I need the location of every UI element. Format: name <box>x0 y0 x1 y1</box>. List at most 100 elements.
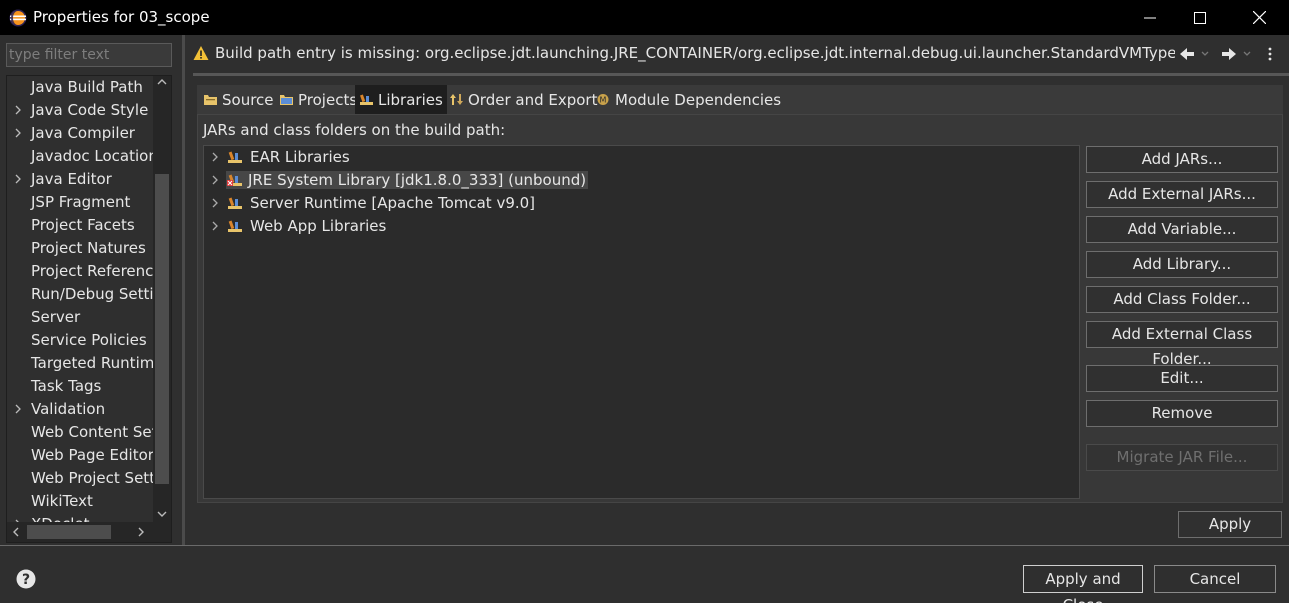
property-page-item[interactable]: Javadoc Location <box>7 145 153 168</box>
library-row[interactable]: Server Runtime [Apache Tomcat v9.0] <box>204 192 1079 215</box>
library-row-selected[interactable]: JRE System Library [jdk1.8.0_333] (unbou… <box>204 169 1079 192</box>
scroll-down-icon[interactable] <box>157 510 167 518</box>
property-page-item[interactable]: Web Page Editor <box>7 444 153 467</box>
svg-text:?: ? <box>22 572 30 588</box>
arrow-left-icon <box>1180 48 1194 60</box>
property-page-item[interactable]: Project Facets <box>7 214 153 237</box>
back-button[interactable] <box>1179 43 1209 65</box>
property-page-item[interactable]: Run/Debug Settir <box>7 283 153 306</box>
property-page-item[interactable]: Java Compiler <box>7 122 153 145</box>
property-page-label: Project Natures <box>31 239 146 257</box>
property-page-label: Validation <box>31 400 106 418</box>
property-page-item[interactable]: JSP Fragment <box>7 191 153 214</box>
libraries-tree[interactable]: EAR Libraries JRE System Library [jdk1.8… <box>203 145 1080 499</box>
library-label: Server Runtime [Apache Tomcat v9.0] <box>250 194 536 212</box>
property-page-label: Web Page Editor <box>31 446 153 464</box>
chevron-down-icon[interactable] <box>1243 51 1251 57</box>
vertical-scrollbar[interactable] <box>153 76 171 522</box>
tab-projects[interactable]: Projects <box>275 85 361 114</box>
libraries-icon <box>360 94 373 105</box>
property-page-item[interactable]: Validation <box>7 398 153 421</box>
view-menu-button[interactable] <box>1268 43 1272 65</box>
library-label: EAR Libraries <box>250 148 350 166</box>
property-page-item[interactable]: XDoclet <box>7 513 153 522</box>
tab-module-dependencies[interactable]: M Module Dependencies <box>592 85 785 114</box>
tab-libraries-label: Libraries <box>378 90 443 109</box>
property-page-item[interactable]: Java Code Style <box>7 99 153 122</box>
tab-order-and-export[interactable]: Order and Export <box>445 85 602 114</box>
maximize-button[interactable] <box>1175 0 1225 35</box>
tab-source-label: Source <box>222 90 274 109</box>
horizontal-scrollbar[interactable] <box>7 522 171 542</box>
property-page-item[interactable]: Web Project Settii <box>7 467 153 490</box>
scroll-left-icon[interactable] <box>12 527 20 537</box>
apply-button[interactable]: Apply <box>1178 511 1282 538</box>
library-error-icon <box>227 174 242 186</box>
migrate-jar-button[interactable]: Migrate JAR File... <box>1086 444 1278 471</box>
apply-and-close-button[interactable]: Apply and Close <box>1023 565 1143 603</box>
tab-source[interactable]: Source <box>199 85 278 114</box>
chevron-right-icon[interactable] <box>211 174 219 186</box>
dialog-button-bar: ? Apply and Close Cancel <box>0 546 1289 603</box>
property-page-item[interactable]: Project Reference <box>7 260 153 283</box>
chevron-right-icon[interactable] <box>211 197 219 209</box>
property-page-item[interactable]: Project Natures <box>7 237 153 260</box>
add-external-class-folder-button[interactable]: Add External Class Folder... <box>1086 321 1278 368</box>
library-icon <box>228 220 242 232</box>
property-page-label: Run/Debug Settir <box>31 285 153 303</box>
forward-button[interactable] <box>1221 43 1251 65</box>
property-page-item[interactable]: WikiText <box>7 490 153 513</box>
horizontal-scroll-thumb[interactable] <box>27 525 111 539</box>
chevron-right-icon[interactable] <box>211 151 219 163</box>
scroll-right-icon[interactable] <box>137 527 145 537</box>
library-row[interactable]: Web App Libraries <box>204 215 1079 238</box>
arrow-right-icon <box>1222 48 1236 60</box>
property-page-label: Service Policies <box>31 331 147 349</box>
add-external-jars-button[interactable]: Add External JARs... <box>1086 181 1278 208</box>
property-page-label: Web Content Sett <box>31 423 153 441</box>
chevron-down-icon[interactable] <box>1201 51 1209 57</box>
add-variable-button[interactable]: Add Variable... <box>1086 216 1278 243</box>
property-page-label: Web Project Settii <box>31 469 153 487</box>
libraries-tab-content: JARs and class folders on the build path… <box>197 114 1283 503</box>
vertical-scroll-thumb[interactable] <box>155 174 169 484</box>
chevron-right-icon[interactable] <box>13 402 23 416</box>
window-title: Properties for 03_scope <box>33 8 210 26</box>
property-page-item[interactable]: Java Editor <box>7 168 153 191</box>
tab-libraries[interactable]: Libraries <box>355 85 447 114</box>
property-page-item[interactable]: Web Content Sett <box>7 421 153 444</box>
close-button[interactable] <box>1234 0 1284 35</box>
edit-button[interactable]: Edit... <box>1086 365 1278 392</box>
help-icon[interactable]: ? <box>16 569 36 589</box>
message-separator <box>193 73 1289 76</box>
property-page-label: WikiText <box>31 492 93 510</box>
property-page-label: Java Compiler <box>31 124 135 142</box>
build-path-tabs: Source Projects Libraries Order and Expo… <box>197 85 1283 114</box>
maximize-icon <box>1194 11 1206 24</box>
property-pages-list: Java Build Path Java Code Style Java Compi… <box>7 76 153 522</box>
tab-module-dependencies-label: Module Dependencies <box>615 90 782 109</box>
minimize-icon <box>1144 17 1156 18</box>
property-page-item[interactable]: Targeted Runtime <box>7 352 153 375</box>
scroll-up-icon[interactable] <box>157 78 167 86</box>
chevron-right-icon[interactable] <box>13 172 23 186</box>
property-page-label: Project Reference <box>31 262 153 280</box>
module-icon: M <box>597 94 609 105</box>
library-row[interactable]: EAR Libraries <box>204 146 1079 169</box>
property-page-item[interactable]: Server <box>7 306 153 329</box>
chevron-right-icon[interactable] <box>13 103 23 117</box>
property-page-item[interactable]: Java Build Path <box>7 76 153 99</box>
remove-button[interactable]: Remove <box>1086 400 1278 427</box>
chevron-right-icon[interactable] <box>13 126 23 140</box>
minimize-button[interactable] <box>1125 0 1175 35</box>
property-page-item[interactable]: Task Tags <box>7 375 153 398</box>
chevron-right-icon[interactable] <box>211 220 219 232</box>
property-page-label: Java Build Path <box>31 78 143 96</box>
add-jars-button[interactable]: Add JARs... <box>1086 146 1278 173</box>
filter-input[interactable] <box>6 43 172 67</box>
add-library-button[interactable]: Add Library... <box>1086 251 1278 278</box>
add-class-folder-button[interactable]: Add Class Folder... <box>1086 286 1278 313</box>
property-page-item[interactable]: Service Policies <box>7 329 153 352</box>
library-label: Web App Libraries <box>250 217 387 235</box>
cancel-button[interactable]: Cancel <box>1154 565 1276 593</box>
